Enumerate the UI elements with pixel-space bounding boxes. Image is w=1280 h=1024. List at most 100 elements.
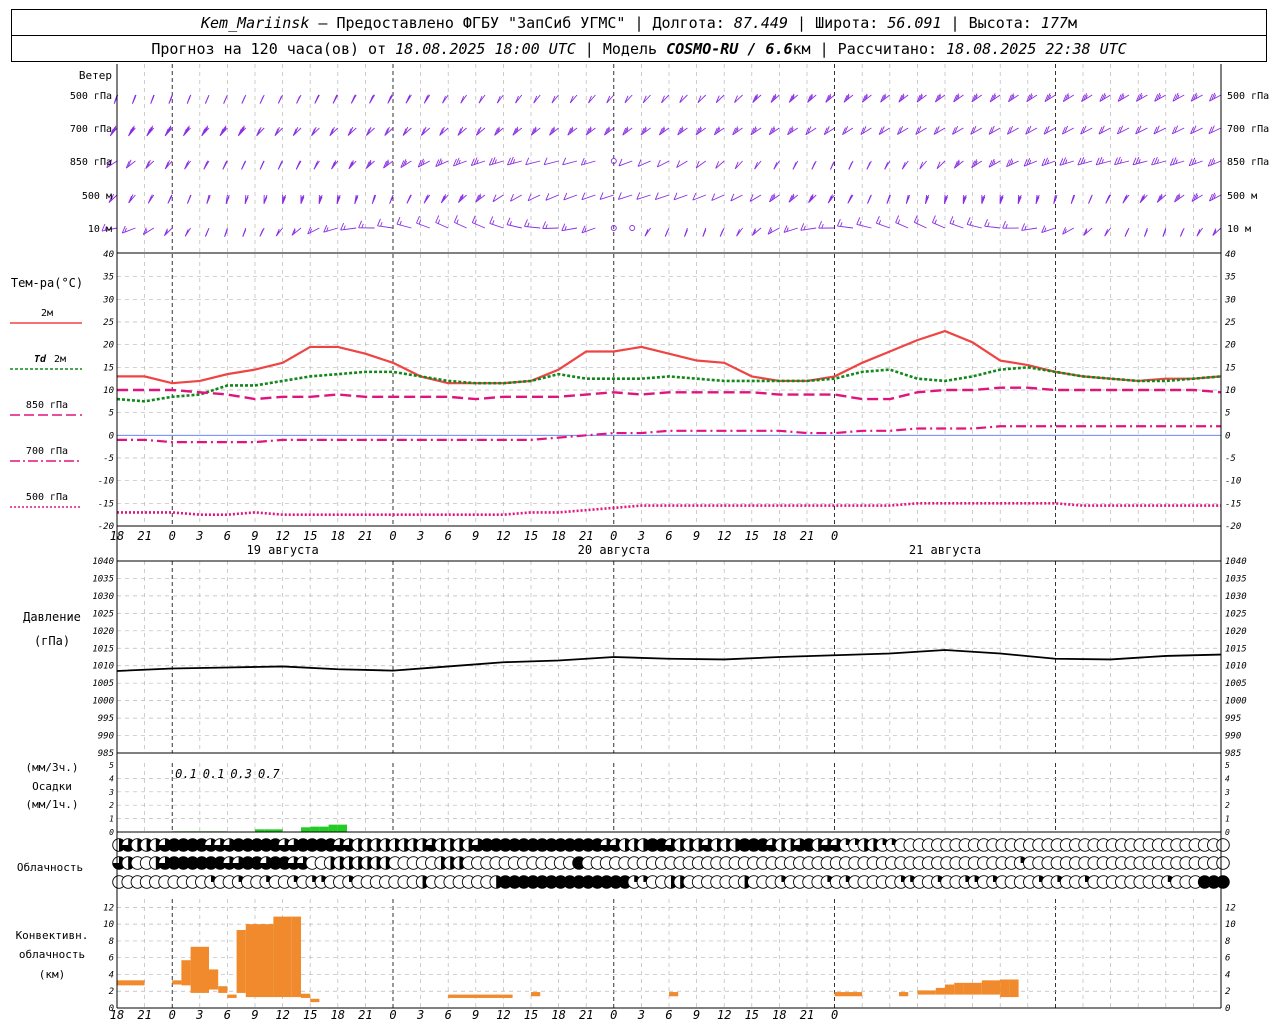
prec-ytick-right: 5 [1225, 761, 1230, 770]
wind-barb-shaft [914, 221, 927, 229]
conv-bar [981, 980, 1001, 995]
wind-barb-shaft [919, 160, 927, 170]
wind-title: Ветер [79, 69, 112, 82]
wind-barb-half-feather [399, 220, 402, 226]
wind-barb-shaft [1151, 160, 1166, 166]
wind-level-700hpa-right: 700 гПа [1227, 124, 1269, 135]
x-tick-label: 15 [524, 529, 538, 543]
day-label: 20 августа [578, 543, 650, 557]
wind-barb-half-feather [474, 219, 477, 224]
legend-500-label: 500 гПа [26, 492, 68, 503]
prec-ytick-right: 4 [1225, 774, 1230, 783]
conv-bar [963, 982, 982, 995]
pres-ytick-left: 1005 [92, 679, 114, 689]
wind-barb-feather [949, 216, 954, 224]
x-tick-label: 12 [717, 529, 731, 543]
wind-barb-feather [471, 215, 476, 223]
wind-barb-shaft [1077, 160, 1093, 166]
convective-panel [117, 916, 1019, 1003]
wind-barb-feather [866, 162, 871, 170]
temp-ytick-right: 30 [1224, 295, 1236, 305]
wind-level-850hpa: 850 гПа [70, 157, 112, 168]
wind-barb-feather [966, 217, 971, 225]
wind-barb-shaft [661, 94, 670, 104]
pres-ytick-left: 1000 [92, 697, 114, 707]
pres-ytick-right: 985 [1225, 749, 1241, 759]
precipitation-panel: 0.1 0.1 0.3 0.7 [172, 767, 347, 832]
wind-barb-feather [524, 219, 528, 227]
cloud-fill-full [1216, 875, 1230, 889]
wind-barb-feather [377, 218, 381, 227]
pres-ytick-right: 1000 [1225, 697, 1247, 707]
wind-barb-half-feather [969, 221, 973, 226]
wind-barb-feather [277, 96, 282, 104]
conv-label-3: (км) [39, 968, 66, 981]
pres-ytick-left: 990 [98, 732, 114, 742]
temp-ytick-left: 15 [103, 363, 114, 373]
x-tick-label: 18 [331, 529, 345, 543]
conv-ytick-left: 0 [109, 1004, 114, 1014]
precip-bar [301, 827, 311, 832]
wind-barb-shaft [1059, 160, 1074, 166]
wind-barb-feather [358, 220, 363, 229]
wind-barb-half-feather [897, 219, 901, 224]
wind-barb-half-feather [527, 222, 530, 227]
prec-ytick-left: 1 [109, 815, 114, 824]
temp-ytick-left: 5 [109, 409, 114, 419]
wind-barb-half-feather [916, 219, 919, 224]
precip-bar [328, 824, 338, 832]
x-tick-label: 6 [445, 1008, 452, 1022]
wind-barb-shaft [856, 223, 872, 229]
precip-3h-sum: 0.1 [175, 767, 197, 781]
x-tick-label: 18 [772, 1008, 786, 1022]
wind-barb-shaft [581, 160, 596, 166]
temp-ytick-right: 0 [1225, 431, 1230, 441]
pres-ytick-left: 1025 [92, 609, 114, 619]
wind-level-500hpa-right: 500 гПа [1227, 91, 1269, 102]
pres-ytick-left: 1020 [92, 627, 114, 637]
conv-ytick-left: 12 [103, 903, 114, 913]
wind-barb-feather [187, 194, 192, 203]
wind-barb-half-feather [952, 220, 955, 225]
wind-barb-shaft [642, 94, 651, 104]
x-tick-label: 21 [137, 1008, 151, 1022]
x-tick-label: 15 [303, 529, 317, 543]
x-tick-label: 21 [358, 1008, 372, 1022]
x-tick-label: 18 [551, 529, 565, 543]
pres-ytick-left: 995 [98, 714, 114, 724]
wind-barb-shaft [679, 94, 688, 104]
wind-barb-shaft [489, 160, 504, 166]
wind-barb-feather [811, 162, 816, 170]
temp-ytick-right: -20 [1225, 522, 1241, 532]
temp-ytick-left: 0 [109, 431, 114, 441]
temp-ytick-left: 20 [103, 341, 114, 351]
x-tick-label: 0 [389, 1008, 396, 1022]
wind-barb-shaft [1021, 227, 1038, 231]
wind-barb-half-feather [361, 223, 364, 229]
meteogram: 0.1 0.1 0.3 0.7 -20 -20-15 -15-10 -10-5 -50 05 51… [10, 64, 1269, 1022]
temp-ytick-left: 30 [102, 295, 114, 305]
conv-ytick-left: 10 [103, 920, 114, 930]
x-tick-label: 0 [169, 529, 176, 543]
x-tick-label: 21 [358, 529, 372, 543]
wind-calm-marker [629, 225, 636, 231]
wind-barb-shaft [524, 225, 541, 229]
wind-barb-feather [223, 96, 228, 104]
wind-barb-shaft [396, 223, 412, 229]
wind-barb-shaft [377, 225, 394, 229]
x-tick-label: 21 [800, 1008, 814, 1022]
wind-barb-half-feather [418, 219, 422, 225]
conv-ytick-right: 12 [1225, 903, 1236, 913]
wind-barb-shaft [340, 227, 357, 231]
wind-barb-half-feather [878, 220, 881, 225]
conv-bar [245, 924, 274, 998]
wind-barb-feather [296, 96, 301, 104]
temp-ytick-right: 35 [1224, 273, 1236, 283]
temp-ytick-right: 20 [1225, 341, 1236, 351]
conv-bar [209, 969, 219, 990]
x-tick-label: 0 [831, 1008, 838, 1022]
x-tick-label: 18 [772, 529, 786, 543]
wind-barb-feather [875, 216, 880, 224]
x-tick-label: 0 [389, 529, 396, 543]
x-tick-label: 12 [496, 529, 510, 543]
